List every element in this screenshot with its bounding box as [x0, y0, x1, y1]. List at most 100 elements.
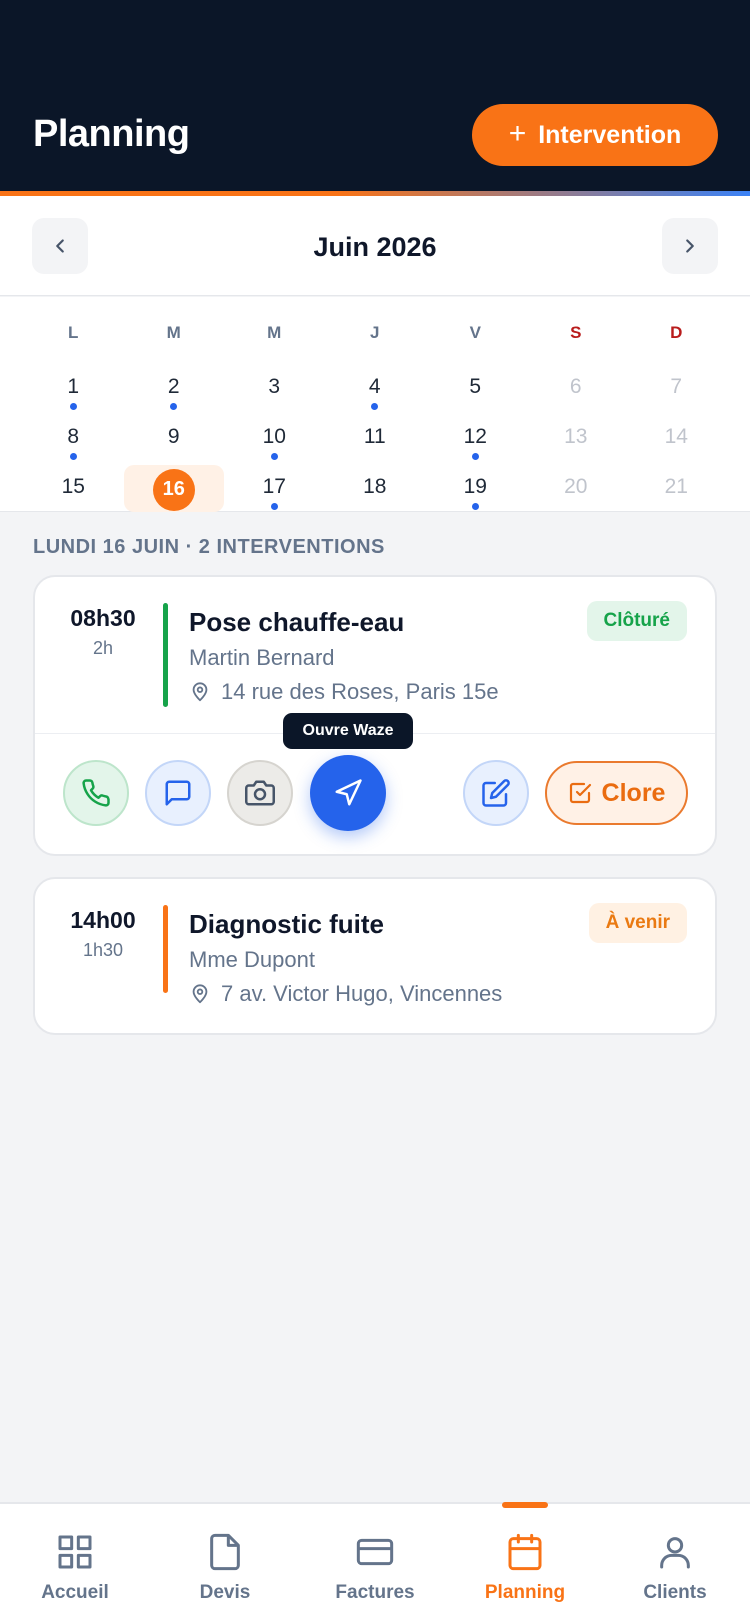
calendar-day[interactable]: 4: [325, 362, 426, 412]
calendar-day[interactable]: 18: [325, 462, 426, 512]
calendar-day[interactable]: 15: [23, 462, 124, 512]
day-number: 14: [664, 425, 688, 448]
month-navigator: Juin 2026: [0, 196, 750, 296]
card-icon: [356, 1538, 394, 1566]
calendar-day[interactable]: 13: [526, 412, 627, 462]
calendar-day[interactable]: 11: [325, 412, 426, 462]
camera-icon: [245, 780, 275, 806]
event-dot: [69, 453, 77, 460]
map-pin-icon: [192, 682, 208, 702]
navigate-waze-button[interactable]: [310, 755, 386, 831]
add-intervention-button[interactable]: + Intervention: [472, 104, 718, 166]
day-section-title: LUNDI 16 JUIN · 2 INTERVENTIONS: [33, 536, 385, 558]
weekday-header: S: [570, 322, 582, 342]
next-month-button[interactable]: [662, 218, 718, 274]
day-number: 9: [167, 425, 180, 448]
day-number: 2: [167, 375, 180, 398]
day-number: 1: [67, 375, 80, 398]
day-number: 3: [268, 375, 281, 398]
day-number: 19: [463, 475, 487, 498]
calendar-day[interactable]: 14: [626, 412, 727, 462]
intervention-title: Diagnostic fuite: [189, 909, 385, 939]
calendar-grid: L M M J V S D 1 2 3 4 5 6 7 8 9 10 11 12 13 14 15 16 17 18 19 20 21: [23, 297, 727, 512]
intervention-time: 08h30 2h: [35, 605, 171, 659]
intervention-title: Pose chauffe-eau: [189, 607, 405, 637]
camera-button[interactable]: [227, 760, 293, 826]
calendar-day[interactable]: 20: [526, 462, 627, 512]
map-pin-icon: [192, 984, 208, 1004]
calendar-day[interactable]: 7: [626, 362, 727, 412]
waze-tooltip: Ouvre Waze: [283, 713, 413, 749]
intervention-address: 14 rue des Roses, Paris 15e: [189, 679, 499, 705]
client-name: Martin Bernard: [189, 645, 335, 670]
calendar-day[interactable]: 19: [425, 462, 526, 512]
tab-devis[interactable]: Devis: [150, 1504, 300, 1624]
day-number: 16: [152, 468, 195, 511]
calendar-day[interactable]: 8: [23, 412, 124, 462]
calendar-day[interactable]: 21: [626, 462, 727, 512]
day-number: 13: [564, 425, 588, 448]
add-intervention-label: Intervention: [538, 120, 682, 149]
weekday-header: M: [267, 322, 282, 342]
event-dot: [471, 503, 479, 510]
event-dot: [69, 403, 77, 410]
calendar-day[interactable]: 10: [224, 412, 325, 462]
event-dot: [170, 403, 178, 410]
current-month-label: Juin 2026: [313, 232, 437, 262]
tab-clients[interactable]: Clients: [600, 1504, 750, 1624]
address-text: 14 rue des Roses, Paris 15e: [221, 679, 499, 704]
day-number: 12: [463, 425, 487, 448]
tab-accueil[interactable]: Accueil: [0, 1504, 150, 1624]
status-color-bar: [163, 603, 168, 707]
calendar-day[interactable]: 9: [124, 412, 225, 462]
checkbox-icon: [569, 782, 591, 804]
day-number: 4: [368, 375, 381, 398]
chevron-right-icon: [686, 239, 694, 253]
tab-label: Clients: [643, 1582, 707, 1603]
event-dot: [371, 403, 379, 410]
day-number: 17: [262, 475, 286, 498]
calendar-day[interactable]: 2: [124, 362, 225, 412]
calendar-day[interactable]: 6: [526, 362, 627, 412]
day-number: 11: [363, 425, 386, 448]
month-calendar: L M M J V S D 1 2 3 4 5 6 7 8 9 10 11 12 13 14 15 16 17 18 19 20 21: [0, 297, 750, 512]
event-dot: [270, 453, 278, 460]
tab-planning[interactable]: Planning: [450, 1502, 600, 1624]
calendar-day[interactable]: 1: [23, 362, 124, 412]
intervention-card[interactable]: 14h00 1h30 Diagnostic fuite Mme Dupont 7…: [33, 877, 717, 1035]
plus-icon: +: [508, 116, 527, 150]
weekday-header: D: [670, 322, 683, 342]
start-time: 14h00: [70, 907, 136, 933]
page-title: Planning: [33, 113, 190, 155]
status-badge: Clôturé: [586, 601, 687, 641]
tab-label: Devis: [199, 1582, 251, 1603]
app-header: Planning + Intervention: [0, 0, 750, 196]
day-number: 10: [262, 425, 286, 448]
call-button[interactable]: [63, 760, 129, 826]
day-number: 20: [564, 475, 588, 498]
day-number: 21: [664, 475, 688, 498]
tab-label: Factures: [335, 1582, 415, 1603]
user-icon: [660, 1537, 690, 1569]
client-name: Mme Dupont: [189, 947, 315, 972]
edit-button[interactable]: [463, 760, 529, 826]
calendar-day[interactable]: 3: [224, 362, 325, 412]
day-number: 7: [670, 375, 683, 398]
calendar-icon: [508, 1533, 542, 1571]
message-button[interactable]: [145, 760, 211, 826]
calendar-day-selected[interactable]: 16: [123, 462, 225, 512]
close-intervention-button[interactable]: Clore: [545, 761, 688, 825]
weekday-header: V: [469, 322, 481, 342]
calendar-day[interactable]: 12: [425, 412, 526, 462]
navigation-arrow-icon: [335, 779, 362, 806]
calendar-day[interactable]: 5: [425, 362, 526, 412]
tab-factures[interactable]: Factures: [300, 1504, 450, 1624]
intervention-card[interactable]: 08h30 2h Pose chauffe-eau Martin Bernard…: [33, 575, 717, 856]
weekday-header: L: [68, 322, 79, 342]
weekday-header: M: [166, 322, 181, 342]
event-dot: [471, 453, 479, 460]
day-number: 8: [67, 425, 80, 448]
tab-label: Planning: [484, 1582, 566, 1603]
calendar-day[interactable]: 17: [224, 462, 325, 512]
day-number: 15: [61, 475, 85, 498]
